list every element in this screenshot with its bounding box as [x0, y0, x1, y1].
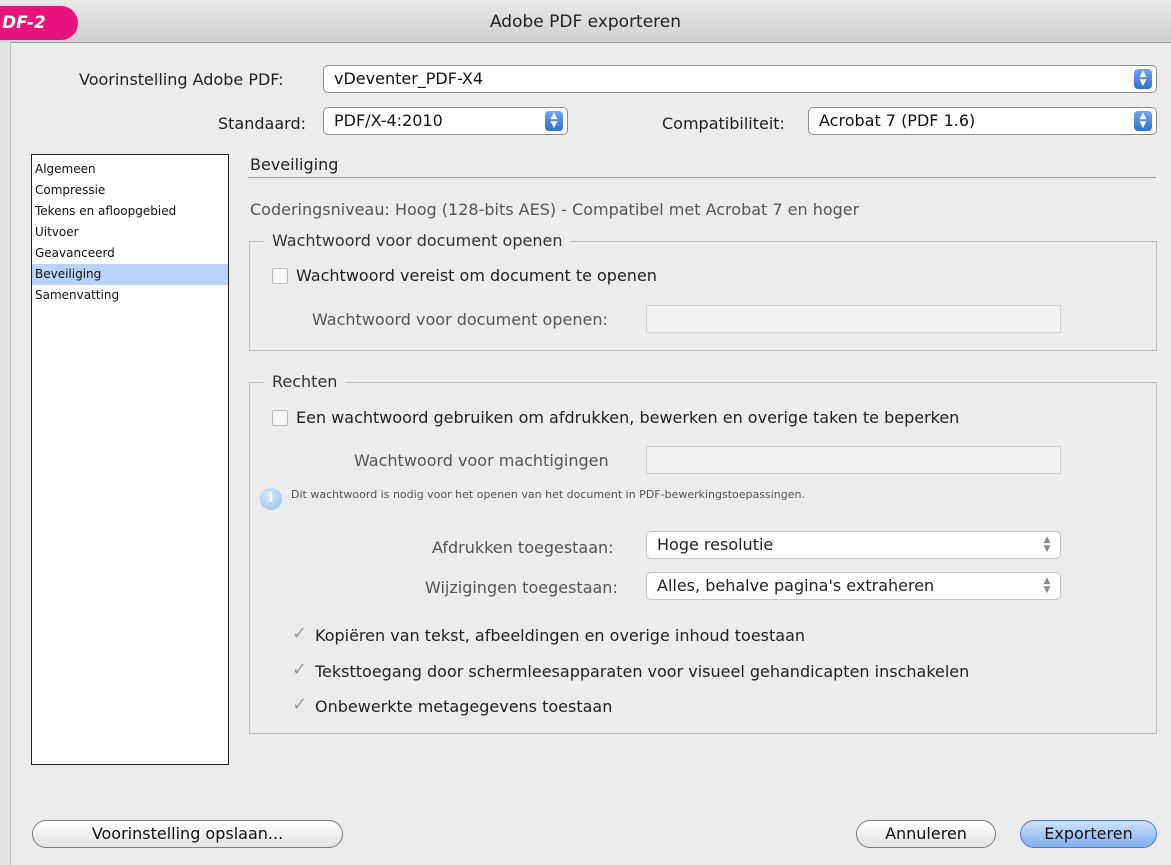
open-password-field[interactable] [646, 305, 1061, 333]
compatibility-select[interactable]: Acrobat 7 (PDF 1.6) ▲ ▼ [808, 107, 1157, 135]
copy-content-label: Kopiëren van tekst, afbeeldingen en over… [315, 626, 806, 645]
print-allowed-select[interactable]: Hoge resolutie ▲ ▼ [646, 531, 1061, 559]
permissions-password-field[interactable] [646, 446, 1061, 474]
sidebar-item-uitvoer[interactable]: Uitvoer [32, 222, 228, 243]
sidebar-item-samenvatting[interactable]: Samenvatting [32, 285, 228, 306]
open-password-legend: Wachtwoord voor document openen [264, 231, 571, 250]
open-password-group [249, 241, 1157, 351]
print-allowed-value: Hoge resolutie [657, 535, 774, 554]
sidebar-item-geavanceerd[interactable]: Geavanceerd [32, 243, 228, 264]
save-preset-button[interactable]: Voorinstelling opslaan... [32, 820, 343, 848]
heading-divider [248, 177, 1156, 178]
sidebar-item-tekens-en-afloopgebied[interactable]: Tekens en afloopgebied [32, 201, 228, 222]
use-permissions-password-label: Een wachtwoord gebruiken om afdrukken, b… [296, 408, 960, 427]
document-tab-label: DF-2 [0, 6, 78, 40]
screenreader-checkbox[interactable]: ✓ [292, 661, 310, 680]
standard-value: PDF/X-4:2010 [334, 111, 443, 130]
print-allowed-label: Afdrukken toegestaan: [432, 538, 614, 557]
metadata-label: Onbewerkte metagegevens toestaan [315, 697, 613, 716]
preset-value: vDeventer_PDF-X4 [334, 69, 484, 88]
metadata-checkbox[interactable]: ✓ [292, 696, 310, 715]
copy-content-checkbox[interactable]: ✓ [292, 625, 310, 644]
preset-label: Voorinstelling Adobe PDF: [79, 70, 284, 89]
changes-allowed-label: Wijzigingen toegestaan: [425, 578, 618, 597]
stepper-arrows-icon: ▲ ▼ [1134, 69, 1152, 89]
category-list: Algemeen Compressie Tekens en afloopgebi… [31, 154, 229, 765]
changes-allowed-value: Alles, behalve pagina's extraheren [657, 576, 935, 595]
info-text: Dit wachtwoord is nodig voor het openen … [291, 488, 805, 501]
sidebar-item-compressie[interactable]: Compressie [32, 180, 228, 201]
sidebar-item-algemeen[interactable]: Algemeen [32, 159, 228, 180]
stepper-arrows-icon: ▲ ▼ [1038, 576, 1056, 596]
screenreader-label: Teksttoegang door schermleesapparaten vo… [315, 662, 970, 681]
cancel-button[interactable]: Annuleren [856, 820, 996, 848]
stepper-arrows-icon: ▲ ▼ [1134, 111, 1152, 131]
use-permissions-password-checkbox[interactable] [272, 410, 288, 426]
standard-label: Standaard: [218, 114, 306, 133]
title-bar: Adobe PDF exporteren [0, 0, 1171, 43]
window-left-edge [0, 42, 11, 865]
changes-allowed-select[interactable]: Alles, behalve pagina's extraheren ▲ ▼ [646, 572, 1061, 600]
window-title: Adobe PDF exporteren [489, 12, 682, 32]
panel-heading: Beveiliging [250, 155, 339, 174]
stepper-arrows-icon: ▲ ▼ [1038, 535, 1056, 555]
compatibility-label: Compatibiliteit: [662, 114, 785, 133]
permissions-password-label: Wachtwoord voor machtigingen [354, 451, 609, 470]
require-open-password-label: Wachtwoord vereist om document te openen [296, 266, 657, 285]
standard-select[interactable]: PDF/X-4:2010 ▲ ▼ [323, 107, 568, 135]
open-password-label: Wachtwoord voor document openen: [312, 310, 608, 329]
sidebar-item-beveiliging[interactable]: Beveiliging [32, 264, 228, 285]
stepper-arrows-icon: ▲ ▼ [545, 111, 563, 131]
encryption-level-text: Coderingsniveau: Hoog (128-bits AES) - C… [250, 200, 860, 219]
preset-select[interactable]: vDeventer_PDF-X4 ▲ ▼ [323, 65, 1157, 93]
info-icon: i [260, 488, 282, 510]
require-open-password-checkbox[interactable] [272, 268, 288, 284]
export-button[interactable]: Exporteren [1020, 820, 1157, 848]
compatibility-value: Acrobat 7 (PDF 1.6) [819, 111, 976, 130]
rights-legend: Rechten [264, 372, 346, 391]
